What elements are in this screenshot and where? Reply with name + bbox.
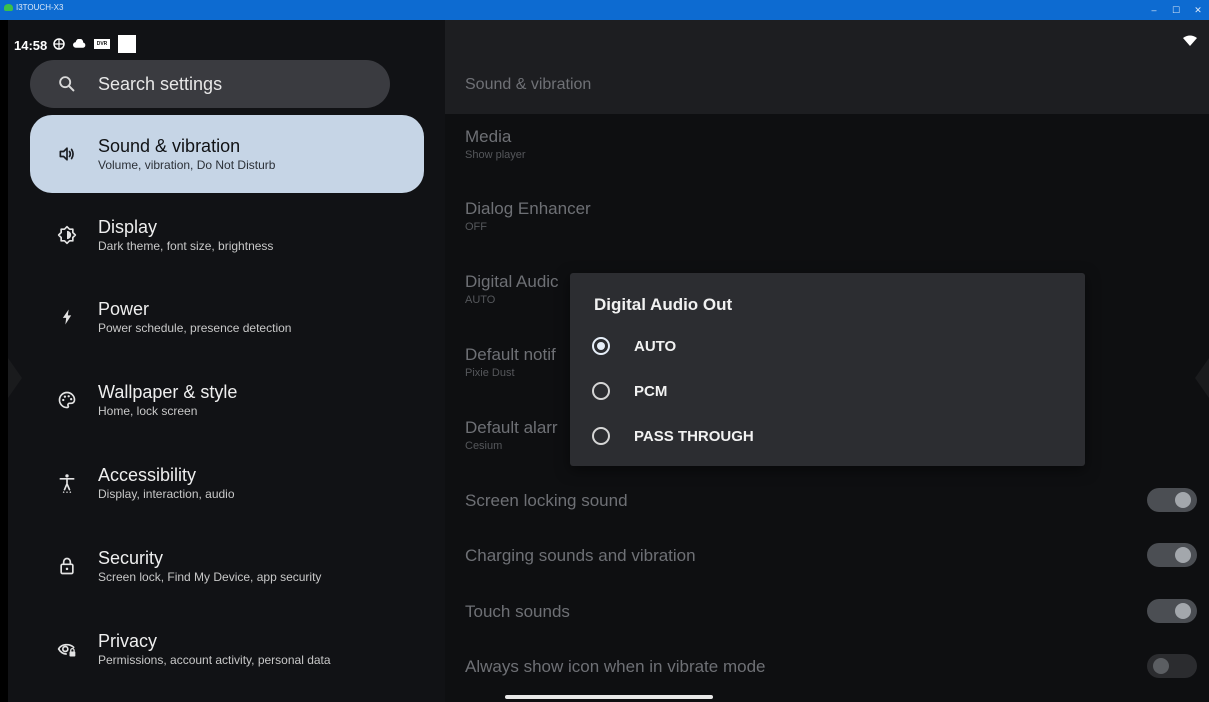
option-label: AUTO: [634, 337, 677, 355]
setting-title: Touch sounds: [465, 602, 570, 621]
setting-media[interactable]: Media Show player: [465, 126, 526, 163]
sidebar-item-label: Accessibility: [98, 465, 197, 485]
setting-title: Digital Audic: [465, 272, 559, 291]
search-placeholder: Search settings: [98, 73, 223, 94]
option-pcm[interactable]: PCM: [592, 376, 667, 406]
detail-header: Sound & vibration: [445, 20, 1209, 114]
app-title-group: I3TOUCH-X3: [4, 3, 63, 12]
sidebar-item-summary: Power schedule, presence detection: [98, 321, 292, 335]
sidebar-item-privacy[interactable]: Privacy Permissions, account activity, p…: [30, 610, 424, 688]
power-bolt-icon: [52, 305, 82, 329]
sidebar-item-summary: Volume, vibration, Do Not Disturb: [98, 158, 276, 172]
notification-box-icon: [118, 35, 136, 53]
sidebar-item-label: Display: [98, 217, 158, 237]
setting-summary: Pixie Dust: [465, 367, 515, 379]
window-controls: – ☐ ✕: [1143, 0, 1209, 20]
brightness-icon: [52, 223, 82, 247]
setting-summary: OFF: [465, 221, 487, 233]
search-settings-bar[interactable]: Search settings: [30, 60, 390, 108]
search-icon: [59, 76, 75, 92]
sidebar-item-sound-vibration[interactable]: Sound & vibration Volume, vibration, Do …: [30, 115, 424, 193]
maximize-button[interactable]: ☐: [1165, 0, 1187, 20]
setting-dialog-enhancer[interactable]: Dialog Enhancer OFF: [465, 198, 591, 235]
minimize-button[interactable]: –: [1143, 0, 1165, 20]
settings-sidebar: Search settings Sound & vibration Volume…: [8, 20, 445, 702]
setting-summary: Cesium: [465, 440, 503, 452]
charging-sounds-toggle[interactable]: [1147, 543, 1197, 567]
setting-title: Default notif: [465, 345, 556, 364]
setting-title: Default alarr: [465, 418, 558, 437]
android-screen: Search settings Sound & vibration Volume…: [8, 20, 1209, 702]
option-label: PCM: [634, 382, 668, 400]
lock-icon: [52, 554, 82, 578]
sidebar-item-summary: Screen lock, Find My Device, app securit…: [98, 570, 322, 584]
sidebar-item-label: Wallpaper & style: [98, 382, 238, 402]
dialog-title: Digital Audio Out: [594, 295, 733, 314]
option-label: PASS THROUGH: [634, 427, 754, 445]
wifi-icon: [1183, 34, 1197, 52]
setting-summary: Show player: [465, 149, 526, 161]
status-time: 14:58: [14, 38, 48, 53]
window-titlebar: I3TOUCH-X3 – ☐ ✕: [0, 0, 1209, 20]
setting-title: Media: [465, 127, 512, 146]
sidebar-item-wallpaper-style[interactable]: Wallpaper & style Home, lock screen: [30, 361, 424, 439]
volume-icon: [52, 142, 82, 166]
page-title: Sound & vibration: [465, 76, 592, 93]
sidebar-item-power[interactable]: Power Power schedule, presence detection: [30, 278, 424, 356]
setting-touch-sounds[interactable]: Touch sounds: [465, 601, 570, 623]
radio-button[interactable]: [592, 382, 610, 400]
app-logo-icon: [4, 4, 13, 11]
sidebar-item-accessibility[interactable]: Accessibility Display, interaction, audi…: [30, 444, 424, 522]
sidebar-item-label: Power: [98, 299, 150, 319]
toggle-knob: [1153, 658, 1169, 674]
toggle-knob: [1175, 547, 1191, 563]
setting-screen-locking-sound[interactable]: Screen locking sound: [465, 490, 628, 512]
setting-title: Dialog Enhancer: [465, 199, 591, 218]
setting-title: Screen locking sound: [465, 491, 628, 510]
digital-audio-out-dialog: Digital Audio Out AUTO PCM PASS THROUGH: [570, 273, 1085, 466]
radio-button[interactable]: [592, 427, 610, 445]
vibrate-icon-toggle[interactable]: [1147, 654, 1197, 678]
status-icons: DVR: [52, 35, 136, 53]
setting-title: Charging sounds and vibration: [465, 546, 696, 565]
sidebar-item-summary: Display, interaction, audio: [98, 487, 235, 501]
setting-digital-audio-out[interactable]: Digital Audic AUTO: [465, 271, 559, 308]
palette-icon: [52, 388, 82, 412]
setting-default-notification-sound[interactable]: Default notif Pixie Dust: [465, 344, 556, 381]
sidebar-item-summary: Dark theme, font size, brightness: [98, 239, 274, 253]
sidebar-item-security[interactable]: Security Screen lock, Find My Device, ap…: [30, 527, 424, 605]
touch-sounds-toggle[interactable]: [1147, 599, 1197, 623]
setting-charging-sounds[interactable]: Charging sounds and vibration: [465, 545, 696, 567]
sidebar-item-label: Security: [98, 548, 164, 568]
screen-locking-sound-toggle[interactable]: [1147, 488, 1197, 512]
toggle-knob: [1175, 603, 1191, 619]
window-title: I3TOUCH-X3: [16, 3, 64, 12]
sidebar-item-label: Privacy: [98, 631, 158, 651]
window-left-border: [0, 20, 8, 702]
close-button[interactable]: ✕: [1187, 0, 1209, 20]
radio-button-checked[interactable]: [592, 337, 610, 355]
privacy-eye-icon: [52, 637, 82, 661]
sidebar-item-summary: Home, lock screen: [98, 404, 198, 418]
vpn-globe-icon: [52, 38, 65, 50]
accessibility-icon: [52, 471, 82, 495]
option-auto[interactable]: AUTO: [592, 331, 676, 361]
setting-title: Always show icon when in vibrate mode: [465, 657, 766, 676]
option-pass-through[interactable]: PASS THROUGH: [592, 421, 754, 451]
gesture-nav-handle[interactable]: [505, 695, 713, 699]
cloud-icon: [73, 38, 86, 50]
sidebar-item-display[interactable]: Display Dark theme, font size, brightnes…: [30, 196, 424, 274]
toggle-knob: [1175, 492, 1191, 508]
setting-summary: AUTO: [465, 294, 496, 306]
setting-default-alarm-sound[interactable]: Default alarr Cesium: [465, 417, 558, 454]
sidebar-item-label: Sound & vibration: [98, 136, 241, 156]
sidebar-item-summary: Permissions, account activity, personal …: [98, 653, 331, 667]
dvr-icon: DVR: [94, 39, 110, 49]
setting-vibrate-icon[interactable]: Always show icon when in vibrate mode: [465, 656, 765, 678]
